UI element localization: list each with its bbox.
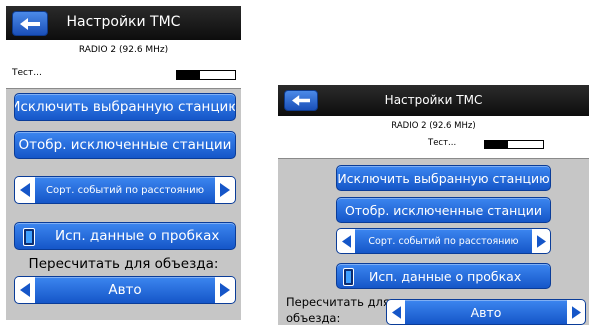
detour-label-line2: объезда:	[286, 311, 341, 325]
checkbox-icon	[343, 268, 354, 286]
status-text: Тест...	[428, 138, 457, 148]
sort-selector[interactable]: Сорт. событий по расстоянию	[336, 228, 551, 254]
traffic-data-toggle[interactable]: Исп. данные о пробках	[14, 222, 236, 250]
detour-label: Пересчитать для объезда:	[28, 256, 219, 272]
show-excluded-button[interactable]: Отобр. исключенные станции	[336, 197, 551, 223]
sort-value: Сорт. событий по расстоянию	[368, 235, 519, 247]
header-bar: Настройки TMC	[6, 6, 241, 40]
detour-value: Авто	[470, 304, 502, 320]
sort-next-button[interactable]	[215, 177, 235, 203]
sort-prev-button[interactable]	[337, 229, 355, 253]
station-info-panel: RADIO 2 (92.6 MHz) Тест...	[278, 116, 589, 159]
triangle-right-icon	[536, 234, 546, 248]
tmc-settings-screen-right: Настройки TMC RADIO 2 (92.6 MHz) Тест...…	[278, 85, 589, 325]
triangle-left-icon	[20, 183, 30, 197]
detour-next-button[interactable]	[567, 300, 585, 324]
signal-strength-fill	[177, 71, 201, 79]
signal-strength-bar	[484, 140, 544, 149]
sort-next-button[interactable]	[532, 229, 550, 253]
station-info-panel: RADIO 2 (92.6 MHz) Тест...	[6, 40, 241, 89]
detour-prev-button[interactable]	[387, 300, 405, 324]
detour-value: Авто	[108, 282, 142, 298]
status-text: Тест...	[12, 68, 42, 78]
detour-selector[interactable]: Авто	[386, 299, 586, 325]
header-bar: Настройки TMC	[278, 85, 589, 116]
station-name: RADIO 2 (92.6 MHz)	[391, 121, 476, 131]
traffic-data-label: Исп. данные о пробках	[369, 268, 522, 284]
page-title: Настройки TMC	[384, 93, 483, 107]
triangle-right-icon	[571, 305, 581, 319]
sort-selector[interactable]: Сорт. событий по расстоянию	[14, 176, 236, 204]
detour-next-button[interactable]	[215, 277, 235, 303]
signal-strength-bar	[176, 70, 236, 80]
exclude-station-button[interactable]: Исключить выбранную станцию	[14, 93, 236, 121]
exclude-station-button[interactable]: Исключить выбранную станцию	[336, 165, 551, 191]
detour-prev-button[interactable]	[15, 277, 35, 303]
show-excluded-button[interactable]: Отобр. исключенные станции	[14, 131, 236, 159]
detour-selector[interactable]: Авто	[14, 276, 236, 304]
triangle-left-icon	[20, 283, 30, 297]
triangle-right-icon	[220, 283, 230, 297]
checkbox-icon	[23, 228, 35, 246]
signal-strength-fill	[485, 141, 509, 148]
detour-label-line1: Пересчитать для	[286, 295, 390, 309]
triangle-left-icon	[391, 305, 401, 319]
page-title: Настройки TMC	[66, 14, 181, 30]
sort-prev-button[interactable]	[15, 177, 35, 203]
triangle-left-icon	[341, 234, 351, 248]
station-name: RADIO 2 (92.6 MHz)	[78, 45, 169, 55]
traffic-data-toggle[interactable]: Исп. данные о пробках	[336, 263, 551, 289]
sort-value: Сорт. событий по расстоянию	[45, 184, 205, 196]
tmc-settings-screen-left: Настройки TMC RADIO 2 (92.6 MHz) Тест...…	[6, 6, 241, 320]
traffic-data-label: Исп. данные о пробках	[55, 228, 220, 244]
triangle-right-icon	[220, 183, 230, 197]
